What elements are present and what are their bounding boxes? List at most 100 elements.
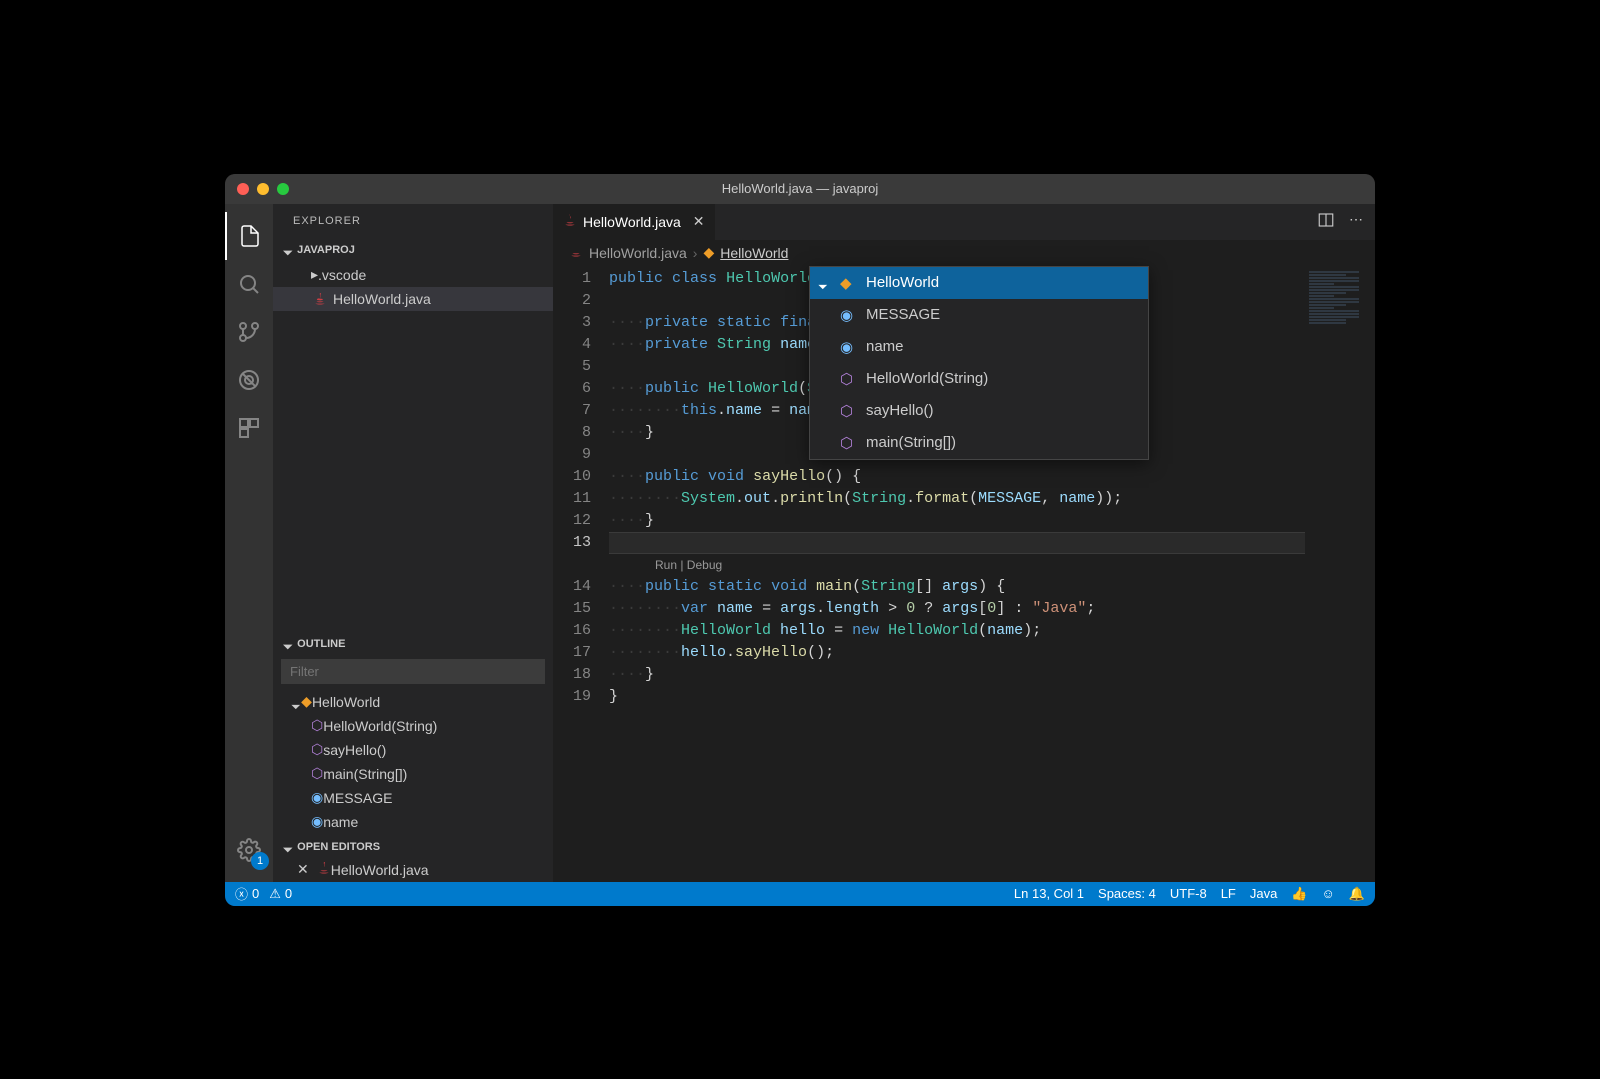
outline-item[interactable]: ⬡ sayHello() [273, 738, 553, 762]
outline-class[interactable]: ◆ HelloWorld [273, 690, 553, 714]
search-icon[interactable] [225, 260, 273, 308]
symbol-item-class[interactable]: ◆ HelloWorld [810, 267, 1148, 299]
window-title: HelloWorld.java — javaproj [722, 181, 879, 196]
settings-gear-icon[interactable]: 1 [225, 826, 273, 874]
outline-title: OUTLINE [297, 638, 345, 650]
class-icon: ◆ [301, 693, 312, 710]
close-tab-icon[interactable]: ✕ [693, 213, 705, 230]
chevron-down-icon [285, 638, 293, 650]
symbol-label: main(String[]) [866, 434, 956, 451]
source-control-icon[interactable] [225, 308, 273, 356]
method-icon: ⬡ [311, 765, 323, 782]
java-file-icon [563, 213, 577, 230]
status-warnings[interactable]: ⚠ 0 [269, 886, 292, 902]
maximize-window-button[interactable] [277, 183, 289, 195]
warning-count: 0 [285, 886, 292, 901]
activity-bar: 1 [225, 204, 273, 882]
status-errors[interactable]: ⓧ 0 [235, 884, 259, 903]
extensions-icon[interactable] [225, 404, 273, 452]
thumbs-up-icon[interactable]: 👍 [1291, 886, 1307, 902]
bell-icon[interactable]: 🔔 [1349, 886, 1365, 902]
method-icon: ⬡ [840, 370, 858, 388]
class-icon: ◆ [703, 244, 714, 261]
explorer-icon[interactable] [225, 212, 273, 260]
symbol-item[interactable]: ◉ name [810, 331, 1148, 363]
error-count: 0 [252, 886, 259, 901]
sidebar: EXPLORER JAVAPROJ .vscode HelloWorld.jav… [273, 204, 553, 882]
breadcrumb[interactable]: HelloWorld.java › ◆ HelloWorld [553, 240, 1375, 266]
outline-item[interactable]: ◉ name [273, 810, 553, 834]
open-editor-item[interactable]: ✕ HelloWorld.java [273, 858, 553, 882]
code-content[interactable]: public class HelloWorld { ····private st… [609, 266, 1305, 882]
tab-label: HelloWorld.java [583, 214, 681, 230]
symbol-label: MESSAGE [866, 306, 940, 323]
outline-label: HelloWorld(String) [323, 718, 437, 734]
sidebar-title: EXPLORER [273, 204, 553, 239]
symbol-label: HelloWorld [866, 274, 939, 291]
java-file-icon [569, 244, 583, 261]
java-file-icon [317, 861, 331, 878]
debug-icon[interactable] [225, 356, 273, 404]
error-icon: ⓧ [235, 884, 248, 903]
method-icon: ⬡ [311, 741, 323, 758]
warning-icon: ⚠ [269, 886, 281, 902]
line-gutter: 123 456 789 101112 13 141516 171819 [553, 266, 609, 882]
tabs-bar: HelloWorld.java ✕ ⋯ [553, 204, 1375, 240]
chevron-right-icon: › [693, 245, 698, 261]
symbol-label: name [866, 338, 904, 355]
outline-header[interactable]: OUTLINE [273, 633, 553, 655]
method-icon: ⬡ [311, 717, 323, 734]
more-actions-icon[interactable]: ⋯ [1349, 211, 1363, 232]
titlebar: HelloWorld.java — javaproj [225, 174, 1375, 204]
outline-label: name [323, 814, 358, 830]
outline-item[interactable]: ◉ MESSAGE [273, 786, 553, 810]
symbol-label: sayHello() [866, 402, 934, 419]
outline-tree: ◆ HelloWorld ⬡ HelloWorld(String) ⬡ sayH… [273, 688, 553, 836]
symbol-item[interactable]: ◉ MESSAGE [810, 299, 1148, 331]
status-eol[interactable]: LF [1221, 886, 1236, 901]
tree-folder-vscode[interactable]: .vscode [273, 263, 553, 287]
chevron-down-icon [820, 274, 828, 291]
tree-item-label: HelloWorld.java [333, 291, 431, 307]
symbol-label: HelloWorld(String) [866, 370, 988, 387]
open-editors-header[interactable]: OPEN EDITORS [273, 836, 553, 858]
method-icon: ⬡ [840, 402, 858, 420]
close-window-button[interactable] [237, 183, 249, 195]
outline-label: sayHello() [323, 742, 386, 758]
field-icon: ◉ [840, 306, 858, 324]
chevron-down-icon [285, 244, 293, 256]
feedback-icon[interactable]: ☺ [1322, 886, 1335, 901]
symbol-item[interactable]: ⬡ main(String[]) [810, 427, 1148, 459]
status-indent[interactable]: Spaces: 4 [1098, 886, 1156, 901]
class-icon: ◆ [840, 274, 858, 292]
outline-filter-input[interactable] [281, 659, 545, 684]
outline-item[interactable]: ⬡ HelloWorld(String) [273, 714, 553, 738]
minimize-window-button[interactable] [257, 183, 269, 195]
tree-file-helloworld[interactable]: HelloWorld.java [273, 287, 553, 311]
field-icon: ◉ [311, 813, 323, 830]
breadcrumb-symbol[interactable]: HelloWorld [720, 245, 788, 261]
open-editor-label: HelloWorld.java [331, 862, 429, 878]
outline-item[interactable]: ⬡ main(String[]) [273, 762, 553, 786]
status-encoding[interactable]: UTF-8 [1170, 886, 1207, 901]
minimap[interactable] [1305, 266, 1375, 882]
close-icon[interactable]: ✕ [297, 861, 309, 878]
split-editor-icon[interactable] [1317, 211, 1335, 232]
method-icon: ⬡ [840, 434, 858, 452]
outline-label: MESSAGE [323, 790, 392, 806]
status-language[interactable]: Java [1250, 886, 1277, 901]
symbol-item[interactable]: ⬡ sayHello() [810, 395, 1148, 427]
tab-helloworld[interactable]: HelloWorld.java ✕ [553, 204, 716, 240]
editor-body[interactable]: 123 456 789 101112 13 141516 171819 publ… [553, 266, 1375, 882]
field-icon: ◉ [311, 789, 323, 806]
breadcrumb-file[interactable]: HelloWorld.java [589, 245, 687, 261]
symbol-dropdown: ◆ HelloWorld ◉ MESSAGE ◉ name ⬡ [809, 266, 1149, 460]
status-cursor[interactable]: Ln 13, Col 1 [1014, 886, 1084, 901]
codelens[interactable]: Run | Debug [609, 554, 1305, 576]
outline-label: HelloWorld [312, 694, 380, 710]
project-header[interactable]: JAVAPROJ [273, 239, 553, 261]
symbol-item[interactable]: ⬡ HelloWorld(String) [810, 363, 1148, 395]
field-icon: ◉ [840, 338, 858, 356]
java-file-icon [311, 292, 329, 306]
workbench: 1 EXPLORER JAVAPROJ .vscode HelloWorld. [225, 204, 1375, 882]
